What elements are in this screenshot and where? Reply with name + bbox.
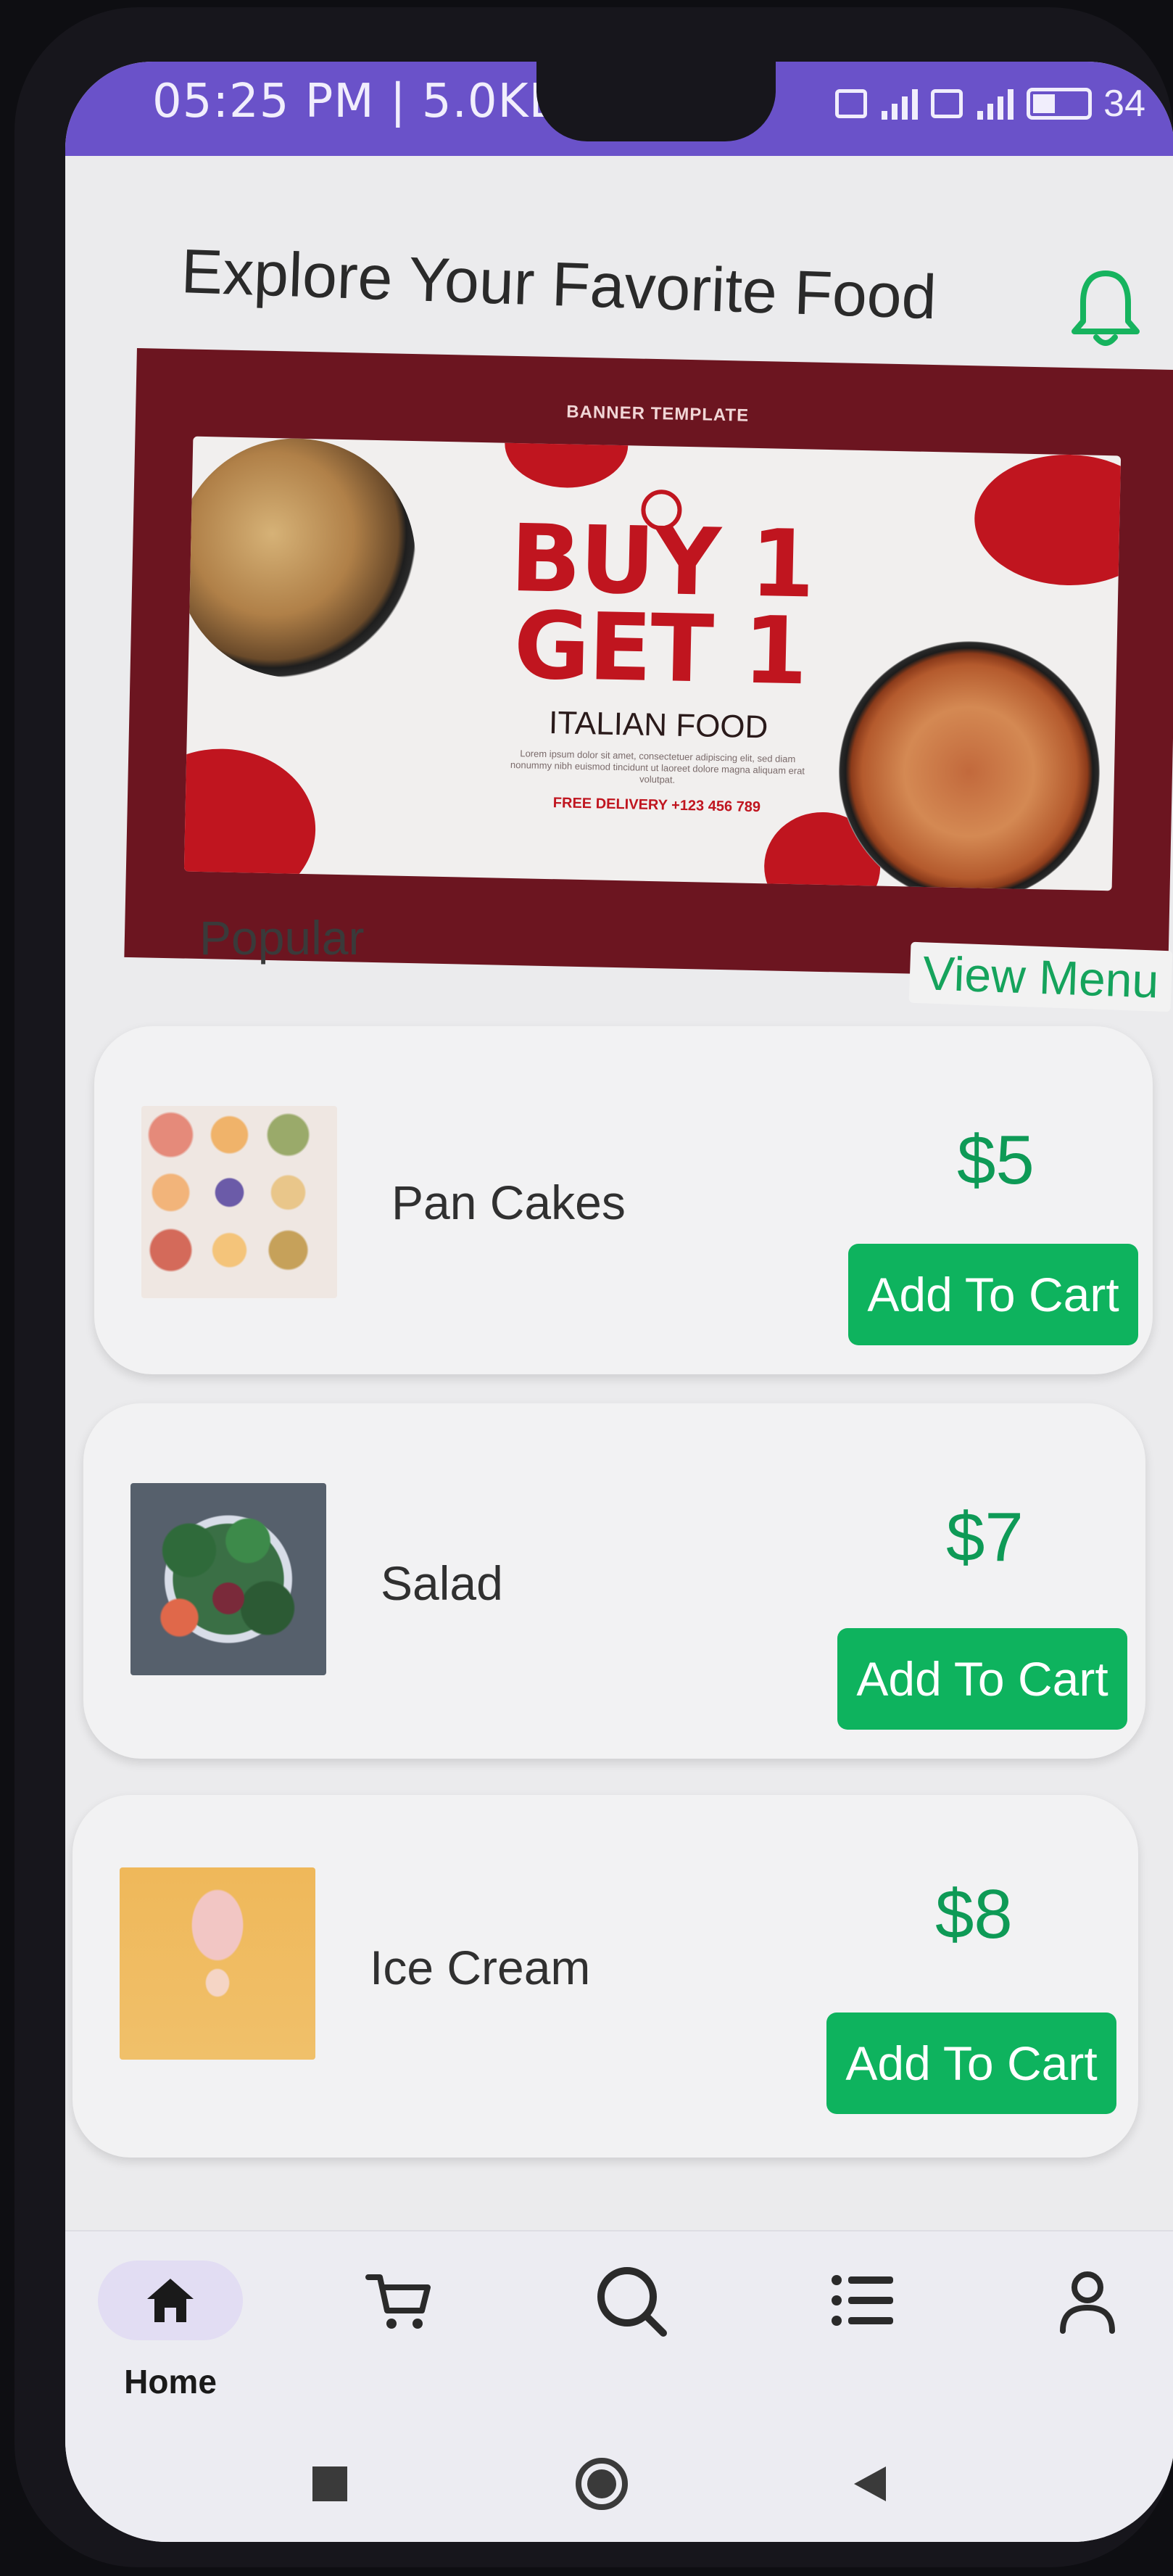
- banner-subtitle: ITALIAN FOOD: [548, 705, 768, 746]
- pasta-plate-image: [183, 436, 418, 681]
- nav-orders[interactable]: [797, 2261, 928, 2406]
- main-content: Explore Your Favorite Food BANNER TEMPLA…: [65, 156, 1173, 2230]
- signal-icon: [879, 88, 919, 120]
- battery-percent: 34: [1103, 83, 1145, 125]
- ice-cream-image: [120, 1867, 315, 2060]
- status-bar: 05:25 PM | 5.0KB/s 34: [65, 62, 1173, 156]
- food-card[interactable]: Pan Cakes $5 Add To Cart: [94, 1026, 1153, 1374]
- food-name: Salad: [381, 1556, 503, 1610]
- banner-delivery: FREE DELIVERY +123 456 789: [552, 795, 761, 816]
- banner-headline-2: GET 1: [513, 592, 808, 706]
- food-card[interactable]: Salad $7 Add To Cart: [83, 1403, 1145, 1759]
- popular-title: Popular: [199, 911, 365, 965]
- home-button-icon[interactable]: [573, 2455, 631, 2513]
- food-price: $5: [957, 1121, 1035, 1199]
- nav-search[interactable]: [565, 2261, 696, 2406]
- banner-blob: [183, 746, 318, 891]
- banner-blob: [504, 436, 629, 490]
- pizza-image: [836, 638, 1103, 891]
- nav-home-label: Home: [124, 2363, 217, 2400]
- bottom-navigation: Home: [65, 2230, 1173, 2440]
- food-price: $8: [935, 1875, 1013, 1953]
- nav-home[interactable]: Home: [98, 2261, 243, 2406]
- sim2-icon: [931, 89, 963, 118]
- promo-banner[interactable]: BANNER TEMPLATE BUY 1 GET 1 ITALIAN FOOD…: [124, 348, 1173, 979]
- banner-artwork: BUY 1 GET 1 ITALIAN FOOD Lorem ipsum dol…: [183, 436, 1122, 891]
- sim-icon: [835, 89, 868, 118]
- food-card[interactable]: Ice Cream $8 Add To Cart: [72, 1795, 1138, 2158]
- search-icon: [591, 2261, 671, 2340]
- cart-icon: [359, 2261, 439, 2340]
- banner-headline: BUY 1 GET 1: [492, 505, 829, 706]
- battery-icon: [1027, 88, 1093, 120]
- app-screen: 05:25 PM | 5.0KB/s 34 Explore Your Favor…: [65, 62, 1173, 2542]
- food-price: $7: [946, 1498, 1024, 1576]
- nav-profile[interactable]: [1022, 2261, 1153, 2406]
- add-to-cart-button[interactable]: Add To Cart: [837, 1628, 1127, 1730]
- bell-icon[interactable]: [1066, 265, 1145, 352]
- add-to-cart-button[interactable]: Add To Cart: [826, 2012, 1116, 2114]
- status-icons: 34: [835, 82, 1145, 125]
- page-title: Explore Your Favorite Food: [180, 236, 938, 333]
- pancakes-image: [141, 1106, 337, 1298]
- view-menu-link[interactable]: View Menu: [908, 941, 1173, 1012]
- banner-blob: [973, 453, 1122, 587]
- home-icon: [147, 2279, 194, 2322]
- add-to-cart-button[interactable]: Add To Cart: [848, 1244, 1138, 1345]
- profile-icon: [1048, 2261, 1127, 2340]
- banner-tag: BANNER TEMPLATE: [566, 402, 750, 426]
- camera-notch: [536, 62, 776, 141]
- salad-image: [130, 1483, 326, 1675]
- banner-body: Lorem ipsum dolor sit amet, consectetuer…: [510, 748, 805, 785]
- phone-frame: 05:25 PM | 5.0KB/s 34 Explore Your Favor…: [14, 7, 1173, 2567]
- back-icon[interactable]: [848, 2462, 892, 2506]
- nav-cart[interactable]: [333, 2261, 464, 2406]
- nav-home-indicator: [98, 2261, 243, 2340]
- food-name: Ice Cream: [370, 1941, 591, 1994]
- recents-icon[interactable]: [308, 2462, 352, 2506]
- system-navigation-bar: [65, 2440, 1173, 2542]
- status-time: 05:25 PM | 5.0KB/s: [152, 75, 603, 128]
- food-name: Pan Cakes: [391, 1176, 626, 1229]
- list-icon: [823, 2261, 903, 2340]
- signal2-icon: [974, 88, 1015, 120]
